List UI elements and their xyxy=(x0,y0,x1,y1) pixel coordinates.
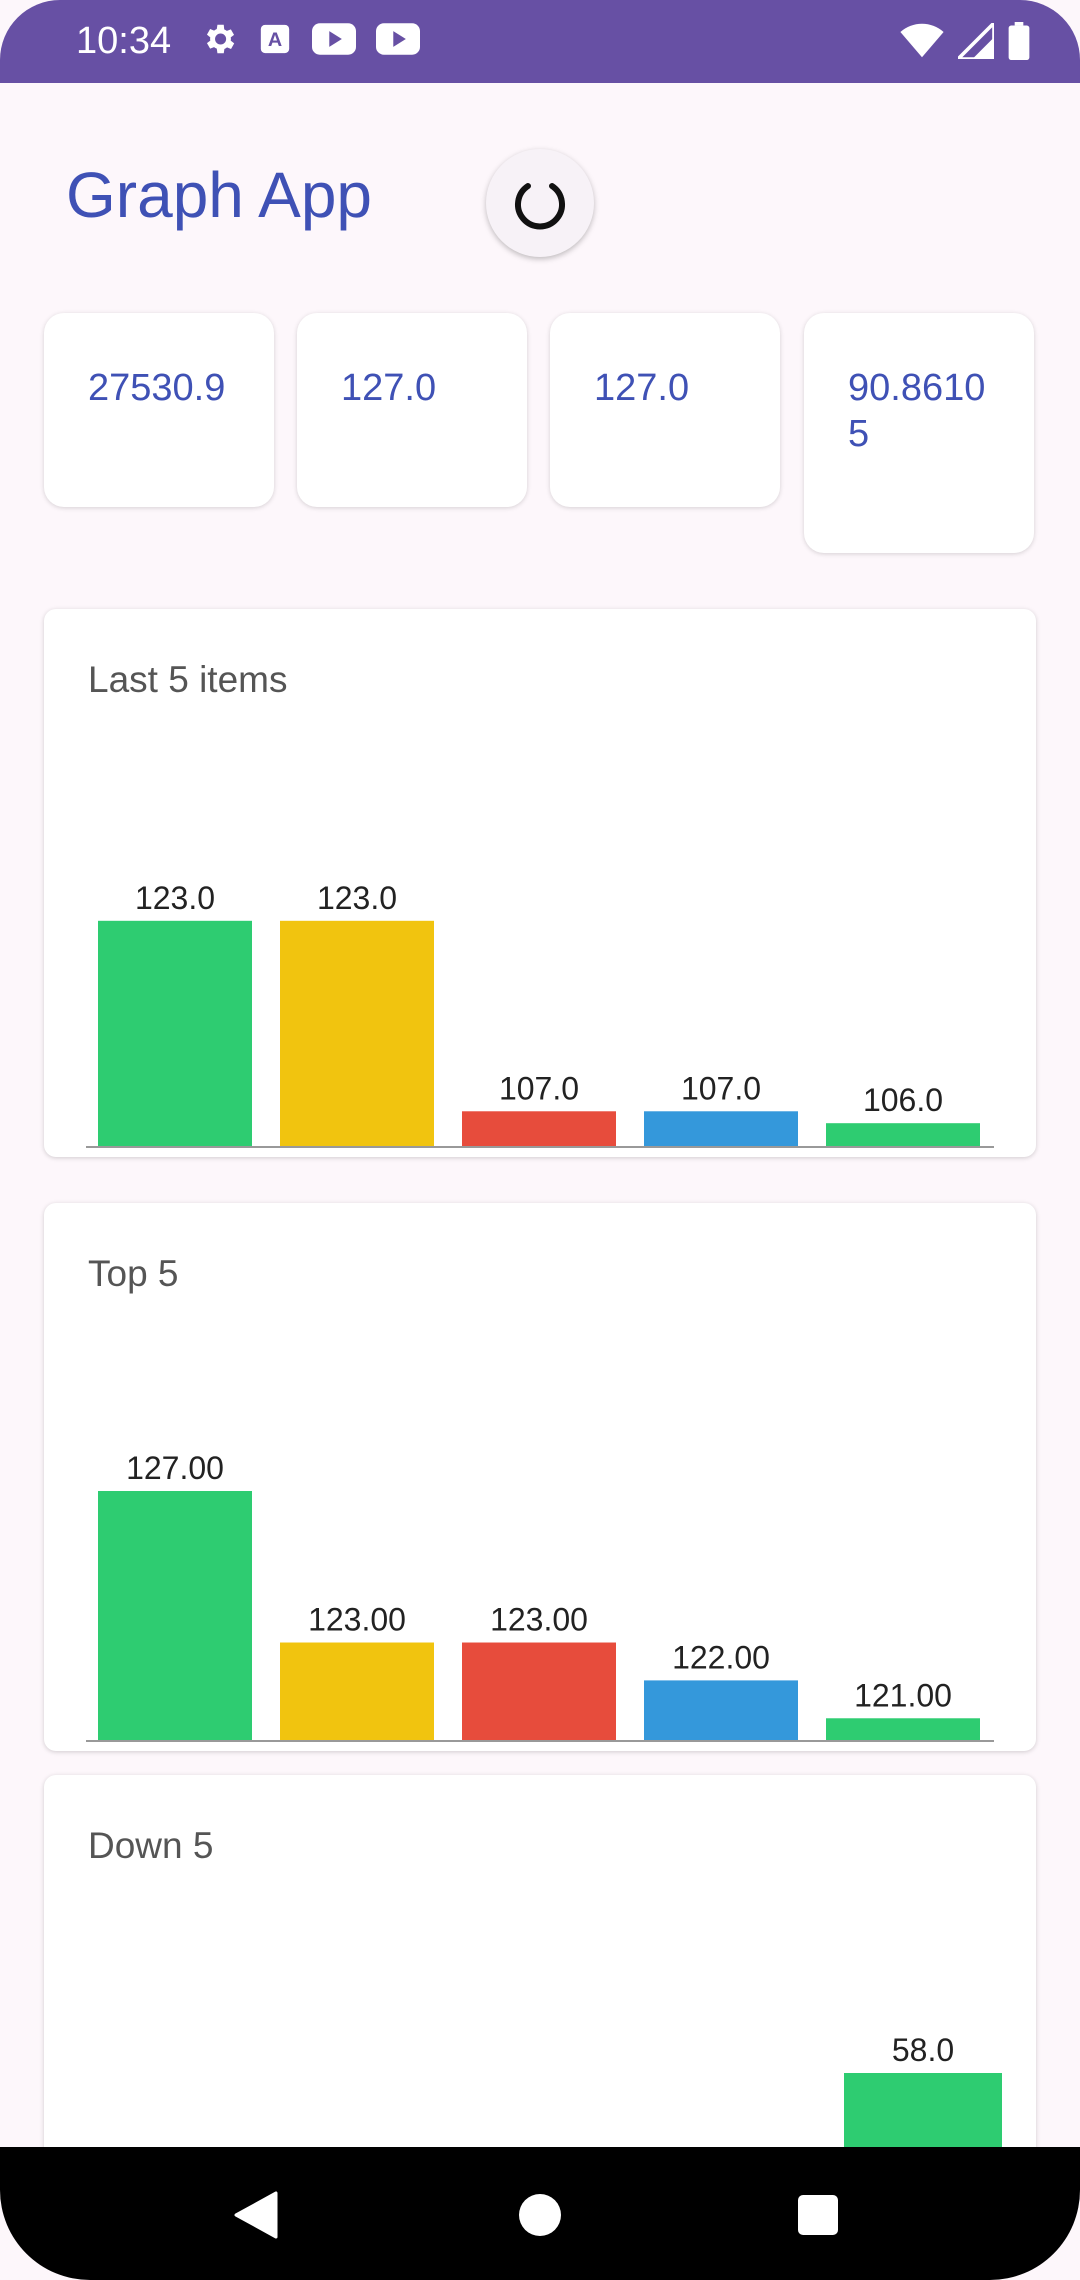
stat-card-average: 90.86105 xyxy=(804,313,1034,553)
bar-value-label: 123.00 xyxy=(490,1602,588,1638)
recents-icon[interactable] xyxy=(797,2194,839,2236)
stat-card-total: 27530.9 xyxy=(44,313,274,507)
svg-text:A: A xyxy=(268,29,282,51)
bar xyxy=(826,1718,980,1741)
bar xyxy=(844,2073,1002,2147)
bar-value-label: 58.0 xyxy=(892,2032,954,2068)
bar xyxy=(280,1642,434,1741)
stat-value: 90.86105 xyxy=(848,367,986,455)
system-icons xyxy=(900,22,1030,60)
navigation-bar xyxy=(0,2147,1080,2280)
bar-value-label: 107.0 xyxy=(681,1070,761,1106)
battery-icon xyxy=(1008,22,1030,60)
bar-value-label: 121.00 xyxy=(854,1677,952,1713)
bar-value-label: 123.0 xyxy=(135,880,215,916)
stat-value: 127.0 xyxy=(341,367,437,409)
stat-value: 127.0 xyxy=(594,367,690,409)
refresh-button[interactable] xyxy=(486,149,594,257)
chart-card-top-5: Top 5 127.00123.00123.00122.00121.000.00… xyxy=(44,1203,1036,1751)
wifi-icon xyxy=(900,23,944,58)
bar-value-label: 123.00 xyxy=(308,1602,406,1638)
back-icon[interactable] xyxy=(234,2191,278,2239)
bar-value-label: 123.0 xyxy=(317,880,397,916)
bar xyxy=(644,1680,798,1741)
bar-chart-last-5: 123.0123.0107.0107.0106.00.00.81.62.43.2… xyxy=(86,880,994,1148)
youtube-icon xyxy=(312,23,356,55)
main-content[interactable]: Graph App 27530.9 127.0 127.0 90.86105 L… xyxy=(0,83,1080,2147)
bar xyxy=(826,1123,980,1147)
bar xyxy=(98,920,252,1147)
status-time: 10:34 xyxy=(76,20,172,62)
bar-chart-top-5: 127.00123.00123.00122.00121.000.00.81.62… xyxy=(86,1450,994,1742)
bar xyxy=(280,920,434,1147)
app-title: Graph App xyxy=(66,159,372,231)
bar xyxy=(98,1491,252,1741)
bar-value-label: 127.00 xyxy=(126,1450,224,1486)
stat-card-last: 127.0 xyxy=(550,313,780,507)
signal-icon xyxy=(958,23,994,59)
bar-value-label: 122.00 xyxy=(672,1639,770,1675)
stat-value: 27530.9 xyxy=(88,367,226,409)
font-a-icon: A xyxy=(260,24,290,54)
chart-card-last-5: Last 5 items 123.0123.0107.0107.0106.00.… xyxy=(44,609,1036,1157)
bar xyxy=(644,1111,798,1147)
status-bar: 10:34 A xyxy=(0,0,1080,83)
stat-card-max: 127.0 xyxy=(297,313,527,507)
youtube-icon xyxy=(376,23,420,55)
bar-value-label: 106.0 xyxy=(863,1082,943,1118)
gear-icon xyxy=(206,24,235,54)
refresh-spinner-icon xyxy=(515,183,565,230)
bar xyxy=(462,1642,616,1741)
notification-icons: A xyxy=(200,20,420,58)
chart-card-down-5: Down 5 33.035.058.0 xyxy=(44,1775,1036,2147)
bar-value-label: 107.0 xyxy=(499,1070,579,1106)
bar xyxy=(462,1111,616,1147)
bar-chart-down-5: 33.035.058.0 xyxy=(844,2032,1002,2147)
home-icon[interactable] xyxy=(518,2193,562,2237)
